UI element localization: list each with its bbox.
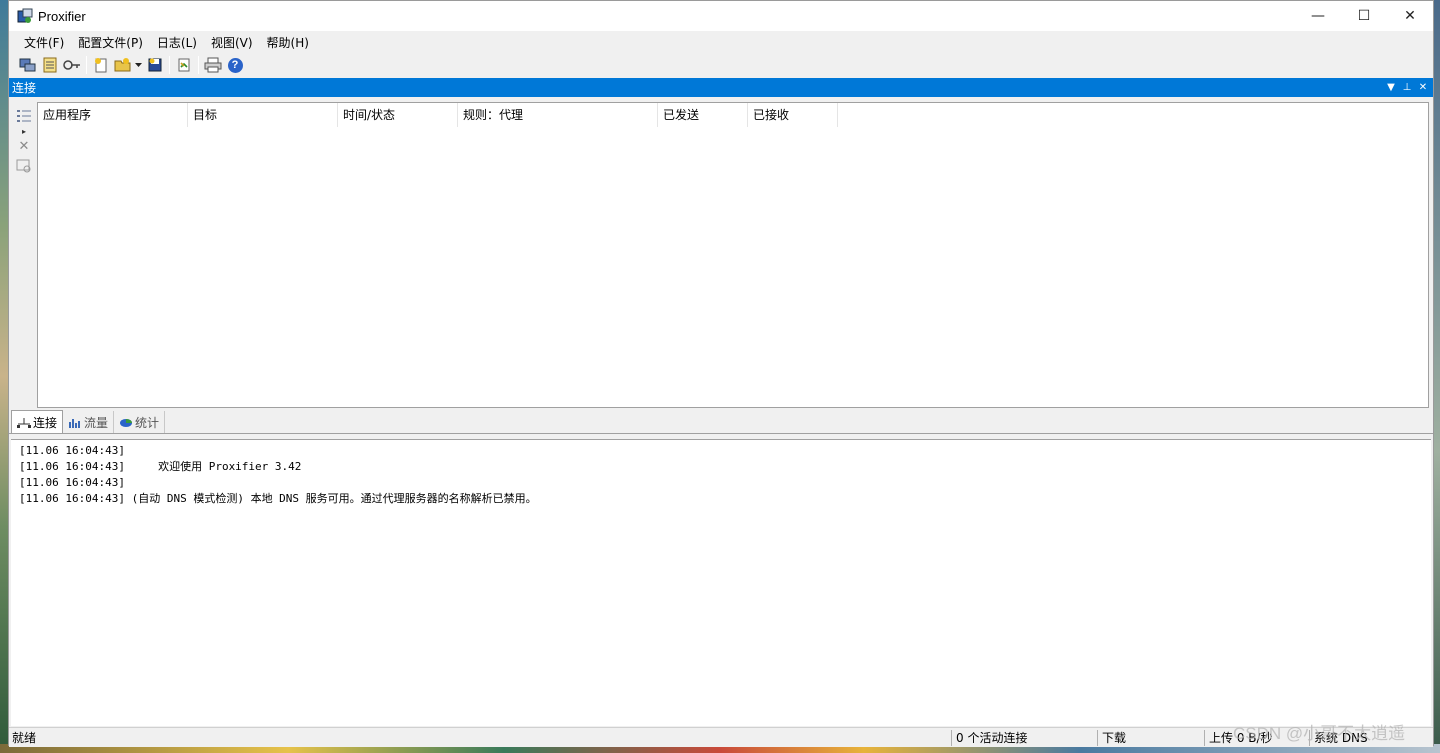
- toolbar: ?: [9, 53, 1433, 77]
- tab-connections[interactable]: 连接: [11, 410, 64, 433]
- new-profile-icon[interactable]: [90, 55, 112, 75]
- maximize-button[interactable]: ☐: [1341, 1, 1387, 31]
- expand-arrow-icon[interactable]: ▸: [12, 126, 36, 136]
- help-icon[interactable]: ?: [224, 55, 246, 75]
- minimize-button[interactable]: —: [1295, 1, 1341, 31]
- dropdown-arrow-icon[interactable]: [134, 55, 144, 75]
- column-rule-proxy[interactable]: 规则：代理: [458, 103, 658, 127]
- panel-pin-icon[interactable]: ⊥: [1399, 78, 1415, 97]
- status-ready: 就绪: [12, 731, 37, 745]
- network-icon: [17, 417, 31, 428]
- table-header: 应用程序 目标 时间/状态 规则：代理 已发送 已接收: [38, 103, 1428, 127]
- status-bar: 就绪 0 个活动连接 下载 上传 0 B/秒 系统 DNS: [9, 727, 1433, 747]
- status-divider: [1204, 730, 1205, 746]
- menu-bar: 文件(F) 配置文件(P) 日志(L) 视图(V) 帮助(H): [9, 31, 1433, 53]
- tab-statistics[interactable]: 统计: [114, 411, 166, 433]
- log-line: [11.06 16:04:43] 欢迎使用 Proxifier 3.42: [19, 460, 302, 473]
- menu-view[interactable]: 视图(V): [204, 32, 260, 53]
- window-title: Proxifier: [38, 8, 86, 24]
- panel-dropdown-icon[interactable]: ▼: [1383, 78, 1399, 97]
- log-line: [11.06 16:04:43]: [19, 444, 125, 457]
- column-target[interactable]: 目标: [188, 103, 338, 127]
- traffic-chart-icon: [68, 417, 82, 428]
- panel-close-icon[interactable]: ✕: [1415, 78, 1431, 97]
- log-output[interactable]: [11.06 16:04:43] [11.06 16:04:43] 欢迎使用 P…: [11, 439, 1431, 726]
- proxifier-window: Proxifier — ☐ ✕ 文件(F) 配置文件(P) 日志(L) 视图(V…: [8, 0, 1434, 747]
- menu-log[interactable]: 日志(L): [150, 32, 204, 53]
- close-connection-icon[interactable]: ✕: [12, 136, 36, 156]
- open-profile-icon[interactable]: [112, 55, 134, 75]
- status-divider: [951, 730, 952, 746]
- connections-icon[interactable]: [17, 55, 39, 75]
- proxifier-app-icon: [17, 8, 33, 24]
- watermark: CSDN @小哥不太逍遥: [1233, 724, 1406, 743]
- tab-statistics-label: 统计: [135, 415, 160, 430]
- column-time-status[interactable]: 时间/状态: [338, 103, 458, 127]
- column-application[interactable]: 应用程序: [38, 103, 188, 127]
- close-button[interactable]: ✕: [1387, 1, 1433, 31]
- toolbar-separator: [86, 56, 87, 74]
- status-divider: [1097, 730, 1098, 746]
- connections-side-toolbar: ▸ ✕: [9, 98, 37, 408]
- tab-traffic[interactable]: 流量: [63, 411, 115, 433]
- save-profile-icon[interactable]: [144, 55, 166, 75]
- desktop-background-right: [1433, 0, 1440, 753]
- print-icon[interactable]: [202, 55, 224, 75]
- proxy-servers-icon[interactable]: [61, 55, 83, 75]
- menu-help[interactable]: 帮助(H): [260, 32, 316, 53]
- menu-profile[interactable]: 配置文件(P): [71, 32, 150, 53]
- column-received[interactable]: 已接收: [748, 103, 838, 127]
- profile-icon[interactable]: [39, 55, 61, 75]
- log-line: [11.06 16:04:43] (自动 DNS 模式检测) 本地 DNS 服务…: [19, 492, 537, 505]
- pie-chart-icon: [119, 417, 133, 427]
- list-view-icon[interactable]: [12, 106, 36, 126]
- tab-connections-label: 连接: [33, 415, 58, 430]
- connections-table[interactable]: 应用程序 目标 时间/状态 规则：代理 已发送 已接收: [37, 102, 1429, 408]
- menu-file[interactable]: 文件(F): [17, 32, 71, 53]
- refresh-icon[interactable]: [173, 55, 195, 75]
- tab-traffic-label: 流量: [84, 415, 109, 430]
- toolbar-separator: [169, 56, 170, 74]
- status-download: 下载: [1102, 731, 1127, 745]
- panel-tab-bar: 连接 流量 统计: [9, 410, 1433, 434]
- log-line: [11.06 16:04:43]: [19, 476, 125, 489]
- title-bar: Proxifier — ☐ ✕: [9, 1, 1433, 31]
- status-active-connections: 0 个活动连接: [956, 731, 1028, 745]
- connections-panel-header: 连接 ▼ ⊥ ✕: [9, 78, 1433, 97]
- column-sent[interactable]: 已发送: [658, 103, 748, 127]
- toolbar-separator: [198, 56, 199, 74]
- connection-details-icon[interactable]: [12, 156, 36, 176]
- connections-panel-title: 连接: [12, 81, 37, 95]
